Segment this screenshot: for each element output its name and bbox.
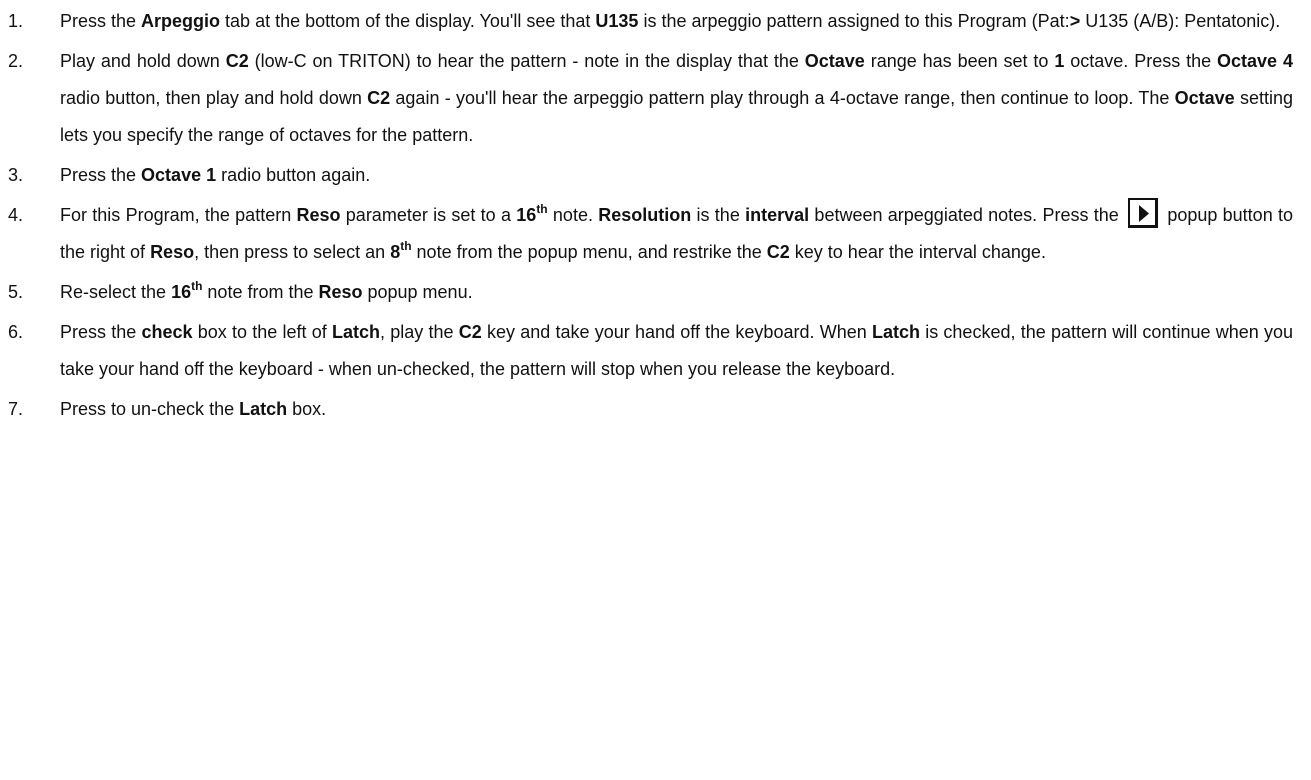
- bold-term: Reso: [296, 205, 341, 225]
- bold-term: Latch: [239, 399, 288, 419]
- bold-term: interval: [745, 205, 810, 225]
- bold-term: check: [141, 322, 193, 342]
- bold-term: C2: [766, 242, 790, 262]
- bold-term: Reso: [318, 282, 363, 302]
- bold-term: Reso: [150, 242, 195, 262]
- step-number: 3.: [8, 165, 24, 185]
- step-text: octave. Press the: [1064, 51, 1218, 71]
- step-text: Re-select the: [60, 282, 172, 302]
- step-text: note from the popup menu, and restrike t…: [411, 242, 767, 262]
- step-text: U135 (A/B): Pentatonic).: [1080, 11, 1281, 31]
- bold-term: Latch: [332, 322, 381, 342]
- bold-term: 16: [516, 205, 537, 225]
- instruction-step-6: 6. Press the check box to the left of Lat…: [0, 314, 1311, 388]
- step-number: 5.: [8, 282, 24, 302]
- step-text: box.: [287, 399, 327, 419]
- step-text: Press the: [60, 165, 142, 185]
- step-text: For this Program, the pattern: [60, 205, 297, 225]
- instruction-step-5: 5. Re-select the 16th note from the Reso …: [0, 274, 1311, 311]
- bold-term: 16: [171, 282, 192, 302]
- step-text: (low-C on TRITON) to hear the pattern - …: [248, 51, 805, 71]
- bold-term: >: [1069, 11, 1081, 31]
- step-text: key to hear the interval change.: [789, 242, 1046, 262]
- step-text: between arpeggiated notes. Press the: [809, 205, 1125, 225]
- step-text: , then press to select an: [194, 242, 391, 262]
- step-text: is the: [691, 205, 746, 225]
- step-text: radio button, then play and hold down: [60, 88, 368, 108]
- step-text: is the arpeggio pattern assigned to this…: [638, 11, 1070, 31]
- step-text: Press the: [60, 322, 142, 342]
- step-text: Press to un-check the: [60, 399, 240, 419]
- bold-term: Octave: [1174, 88, 1235, 108]
- step-number: 1.: [8, 11, 24, 31]
- play-triangle-icon: [1128, 198, 1159, 228]
- step-text: note.: [547, 205, 599, 225]
- instruction-step-7: 7. Press to un-check the Latch box.: [0, 391, 1311, 428]
- step-text: box to the left of: [192, 322, 332, 342]
- step-text: range has been set to: [864, 51, 1055, 71]
- step-text: Press the: [60, 11, 142, 31]
- bold-term: C2: [225, 51, 249, 71]
- bold-term: Octave 4: [1217, 51, 1293, 71]
- instruction-step-2: 2. Play and hold down C2 (low-C on TRITON…: [0, 43, 1311, 154]
- step-number: 6.: [8, 322, 24, 342]
- instruction-steps-list: 1. Press the Arpeggio tab at the bottom o…: [0, 0, 1311, 431]
- instruction-step-4: 4. For this Program, the pattern Reso par…: [0, 197, 1311, 271]
- bold-term: U135: [595, 11, 639, 31]
- bold-term: Latch: [871, 322, 920, 342]
- bold-term: Arpeggio: [141, 11, 221, 31]
- ordinal-suffix: th: [400, 239, 412, 253]
- instruction-step-1: 1. Press the Arpeggio tab at the bottom o…: [0, 3, 1311, 40]
- step-text: parameter is set to a: [340, 205, 517, 225]
- step-text: popup menu.: [362, 282, 473, 302]
- bold-term: 8: [390, 242, 401, 262]
- step-number: 7.: [8, 399, 24, 419]
- bold-term: C2: [367, 88, 391, 108]
- step-text: again - you'll hear the arpeggio pattern…: [390, 88, 1175, 108]
- ordinal-suffix: th: [191, 279, 203, 293]
- bold-term: Octave 1: [141, 165, 217, 185]
- bold-term: 1: [1054, 51, 1065, 71]
- instruction-step-3: 3. Press the Octave 1 radio button again.: [0, 157, 1311, 194]
- bold-term: Octave: [804, 51, 865, 71]
- bold-term: C2: [458, 322, 482, 342]
- bold-term: Resolution: [598, 205, 692, 225]
- step-text: tab at the bottom of the display. You'll…: [220, 11, 596, 31]
- ordinal-suffix: th: [536, 202, 548, 216]
- step-text: radio button again.: [216, 165, 371, 185]
- step-text: key and take your hand off the keyboard.…: [481, 322, 872, 342]
- step-text: Play and hold down: [60, 51, 226, 71]
- step-text: , play the: [380, 322, 459, 342]
- step-text: note from the: [202, 282, 319, 302]
- step-number: 2.: [8, 51, 24, 71]
- step-number: 4.: [8, 205, 24, 225]
